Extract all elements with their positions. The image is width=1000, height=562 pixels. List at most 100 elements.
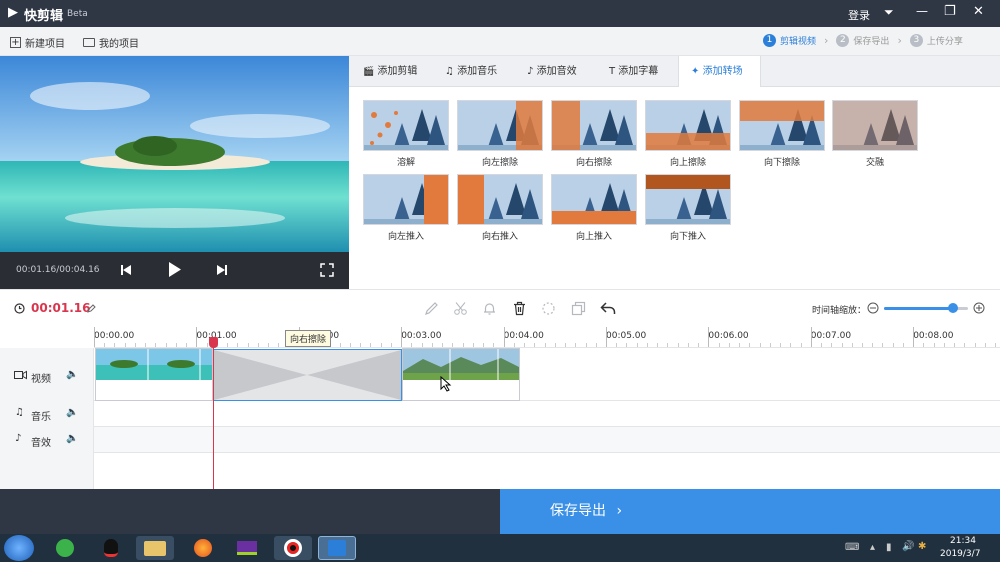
tab-add-music[interactable]: ♫ 添加音乐 [445, 56, 525, 87]
ruler-tick-label: 00:05.00 [606, 331, 647, 341]
edit-time-icon[interactable] [87, 304, 96, 313]
playhead-line [213, 340, 214, 489]
fullscreen-icon[interactable] [320, 263, 334, 277]
taskbar-app-firefox-icon[interactable] [184, 536, 222, 560]
bell-icon[interactable] [482, 301, 497, 316]
zoom-in-icon[interactable] [973, 302, 985, 314]
ruler-minor-tick [954, 343, 956, 347]
transition-label: 向上推入 [575, 232, 612, 242]
transition-thumbnail[interactable] [832, 100, 918, 151]
menu-dropdown-icon[interactable]: ⏷ [884, 5, 894, 20]
transition-thumbnail[interactable] [457, 174, 543, 225]
transition-thumbnail[interactable] [645, 174, 731, 225]
ruler-minor-tick [964, 343, 966, 347]
scissors-icon[interactable] [453, 301, 468, 316]
music-track-volume-icon[interactable]: 🔈 [66, 407, 78, 418]
clock-date: 2019/3/7 [940, 549, 981, 559]
transition-clip[interactable] [213, 349, 402, 401]
step-indicator: 1 剪辑视频 › 2 保存导出 › 3 上传分享 [763, 34, 963, 47]
next-frame-icon[interactable] [216, 264, 228, 276]
timeline-ruler[interactable]: 00:00.0000:01.0000:02.0000:03.0000:04.00… [94, 327, 1000, 348]
ruler-minor-tick [534, 343, 536, 347]
transition-thumbnail[interactable] [363, 100, 449, 151]
zoom-slider-track[interactable] [884, 303, 968, 313]
tray-expand-icon[interactable]: ▴ [870, 542, 875, 553]
export-button[interactable]: 保存导出 › [500, 489, 1000, 534]
resource-tabs: 🎬 添加剪辑 ♫ 添加音乐 ♪ 添加音效 T 添加字幕 ✦ 添加转场 [349, 56, 1000, 88]
tab-add-transition[interactable]: ✦ 添加转场 [678, 56, 761, 88]
transition-thumbnail[interactable] [363, 174, 449, 225]
ruler-major-tick [503, 327, 505, 347]
taskbar-app-explorer-icon[interactable] [136, 536, 174, 560]
sound-effect-track-volume-icon[interactable]: 🔈 [66, 433, 78, 444]
ruler-minor-tick [247, 343, 249, 347]
tray-keyboard-icon[interactable]: ⌨ [845, 542, 859, 553]
start-button[interactable] [4, 535, 34, 561]
windows-taskbar: ⌨ ▴ ▮ 🔊 ✱ 21:34 2019/3/7 [0, 534, 1000, 562]
pencil-icon[interactable] [424, 301, 439, 316]
timeline-toolbar: 00:01.16 时间轴缩放： [0, 289, 1000, 327]
step-2-number: 2 [836, 34, 850, 47]
transition-thumbnail[interactable] [551, 100, 637, 151]
ruler-major-tick [913, 327, 915, 347]
transitions-grid: 溶解 向左擦除 向右擦除 向上擦除 向下擦除 交融 向左推入 向右推入 向上推入 向下推入 [349, 87, 1000, 289]
video-clip-1[interactable] [95, 348, 213, 401]
ruler-minor-tick [350, 343, 351, 347]
taskbar-app-kuaijianji-icon[interactable] [318, 536, 356, 560]
transition-thumbnail[interactable] [739, 100, 825, 151]
undo-icon[interactable] [600, 301, 616, 316]
plus-icon: + [10, 37, 21, 48]
taskbar-app-browser-icon[interactable] [46, 536, 84, 560]
taskbar-app-recorder-icon[interactable] [274, 536, 312, 560]
taskbar-app-qq-icon[interactable] [92, 536, 130, 560]
tray-volume-icon[interactable]: 🔊 [902, 541, 914, 552]
playhead-handle[interactable] [209, 337, 218, 348]
close-button[interactable]: ✕ [973, 4, 984, 19]
ruler-minor-tick [257, 343, 259, 347]
zoom-slider-handle[interactable] [947, 303, 958, 313]
ruler-minor-tick [390, 343, 392, 347]
transition-label: 向右擦除 [575, 158, 612, 168]
ruler-minor-tick [462, 343, 464, 347]
tab-add-subtitle[interactable]: T 添加字幕 [609, 56, 689, 87]
music-track-label: 音乐 [31, 412, 51, 423]
ruler-minor-tick [268, 343, 270, 347]
ruler-minor-tick [800, 343, 802, 347]
ruler-minor-tick [380, 343, 382, 347]
ruler-minor-tick [206, 343, 208, 347]
video-preview-panel: 00:01.16/00:04.16 [0, 56, 349, 289]
new-project-button[interactable]: + 新建项目 [10, 35, 65, 50]
tab-add-clip[interactable]: 🎬 添加剪辑 [363, 56, 443, 87]
login-button[interactable]: 登录 [848, 7, 870, 23]
transition-thumbnail[interactable] [645, 100, 731, 151]
ruler-major-tick [810, 327, 812, 347]
transition-label: 向下擦除 [763, 158, 800, 168]
ruler-minor-tick [442, 343, 444, 347]
ruler-minor-tick [728, 343, 730, 347]
ruler-minor-tick [370, 343, 372, 347]
trash-icon[interactable] [512, 301, 527, 316]
play-icon[interactable] [168, 261, 182, 278]
transition-thumbnail[interactable] [457, 100, 543, 151]
video-track-volume-icon[interactable]: 🔈 [66, 369, 78, 380]
minimize-button[interactable]: — [916, 4, 928, 18]
ruler-minor-tick [902, 343, 904, 347]
transition-thumbnail[interactable] [551, 174, 637, 225]
my-projects-button[interactable]: 我的项目 [83, 35, 139, 50]
tray-battery-icon[interactable]: ▮ [886, 542, 892, 553]
taskbar-app-video-icon[interactable] [228, 536, 266, 560]
export-label: 保存导出 [550, 503, 606, 519]
crop-icon[interactable] [541, 301, 556, 316]
ruler-minor-tick [749, 343, 751, 347]
maximize-button[interactable]: ❐ [944, 4, 956, 19]
prev-frame-icon[interactable] [120, 264, 132, 276]
ruler-minor-tick [626, 343, 628, 347]
ruler-minor-tick [104, 343, 106, 347]
ruler-minor-tick [646, 343, 648, 347]
transition-icon: ✦ [691, 66, 700, 77]
tab-add-sound-effect[interactable]: ♪ 添加音效 [527, 56, 607, 87]
zoom-out-icon[interactable] [867, 302, 879, 314]
video-clip-2[interactable] [402, 348, 520, 401]
tray-network-icon[interactable]: ✱ [918, 541, 926, 552]
copy-icon[interactable] [571, 301, 586, 316]
